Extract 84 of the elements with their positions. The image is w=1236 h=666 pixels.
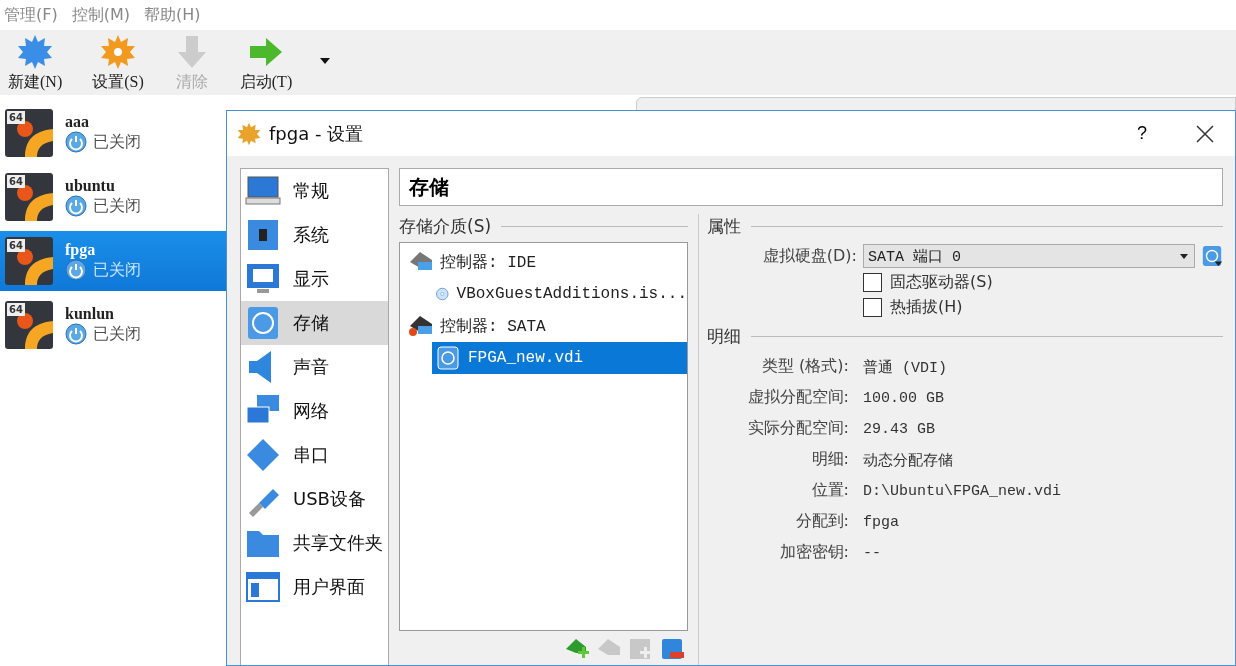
- detail-label: 位置:: [810, 480, 849, 501]
- gear-icon: [237, 121, 261, 146]
- vm-os-icon: [5, 109, 53, 157]
- nav-item[interactable]: 串口: [241, 433, 388, 477]
- section-heading: 属性: [707, 214, 741, 238]
- menu-item[interactable]: 控制(M): [71, 4, 130, 26]
- section-heading: 存储介质(S): [399, 214, 492, 238]
- power-icon: [65, 259, 87, 281]
- vm-os-icon: [5, 173, 53, 221]
- checkbox[interactable]: [863, 273, 882, 292]
- power-icon: [65, 323, 87, 345]
- detail-label: 实际分配空间:: [746, 418, 849, 439]
- page-title: 存储: [399, 168, 1223, 206]
- nav-item[interactable]: 用户界面: [241, 565, 388, 609]
- dialog-title: fpga - 设置: [269, 121, 365, 146]
- vm-name: ubuntu: [65, 177, 116, 195]
- remove-attachment-icon: [660, 637, 686, 661]
- tree-item[interactable]: 控制器: IDE: [404, 246, 687, 278]
- nav-item[interactable]: 显示: [241, 257, 388, 301]
- vm-name: aaa: [65, 113, 90, 131]
- checkbox-label: 热插拔(H): [890, 297, 963, 318]
- vm-state: 已关闭: [93, 195, 141, 217]
- detail-label: 明细:: [810, 449, 849, 470]
- detail-value: D:\Ubuntu\FPGA_new.vdi: [863, 482, 1062, 500]
- vm-name: fpga: [65, 241, 97, 259]
- nav-item[interactable]: 共享文件夹: [241, 521, 388, 565]
- detail-label: 分配到:: [794, 511, 849, 532]
- nav-item[interactable]: USB设备: [241, 477, 388, 521]
- close-icon: [1196, 124, 1214, 143]
- add-controller-icon: [564, 637, 590, 661]
- vm-badge: 64: [7, 303, 25, 316]
- tree-item[interactable]: 控制器: SATA: [404, 310, 687, 342]
- vm-state: 已关闭: [93, 259, 141, 281]
- vm-list-item[interactable]: 64 aaa 已关闭: [0, 103, 226, 163]
- detail-value: --: [863, 544, 881, 562]
- detail-label: 类型 (格式):: [761, 356, 849, 377]
- controller-icon: [408, 314, 432, 338]
- detail-value: 动态分配存储: [863, 451, 953, 470]
- toolbar-button[interactable]: 设置(S): [90, 34, 158, 93]
- storage-tool-button[interactable]: [660, 637, 686, 661]
- menu-item[interactable]: 帮助(H): [144, 4, 201, 26]
- dropdown-caret-icon[interactable]: [320, 58, 331, 64]
- checkbox-label: 固态驱动器(S): [890, 272, 993, 293]
- detail-value: fpga: [863, 513, 899, 531]
- menu-item[interactable]: 管理(F): [4, 4, 58, 26]
- vm-os-icon: [5, 301, 53, 349]
- vm-list-item[interactable]: 64 ubuntu 已关闭: [0, 167, 226, 227]
- vm-badge: 64: [7, 175, 25, 188]
- vm-name: kunlun: [65, 305, 115, 323]
- nav-item[interactable]: 存储: [241, 301, 388, 345]
- power-icon: [65, 195, 87, 217]
- nav-item[interactable]: 常规: [241, 169, 388, 213]
- detail-label: 虚拟分配空间:: [746, 387, 849, 408]
- help-button[interactable]: ?: [1117, 122, 1167, 145]
- field-label: 虚拟硬盘(D):: [761, 245, 857, 267]
- vm-state: 已关闭: [93, 323, 141, 345]
- toolbar-button[interactable]: 新建(N): [6, 34, 77, 93]
- chip-icon: [245, 217, 281, 253]
- checkbox[interactable]: [863, 298, 882, 317]
- detail-label: 加密密钥:: [778, 542, 849, 563]
- tree-item[interactable]: FPGA_new.vdi: [432, 342, 687, 374]
- disk-menu-icon[interactable]: [1201, 244, 1223, 268]
- vm-state: 已关闭: [93, 131, 141, 153]
- storage-tool-button[interactable]: [564, 637, 590, 661]
- vm-list-item[interactable]: 64 kunlun 已关闭: [0, 295, 226, 355]
- nav-item[interactable]: 声音: [241, 345, 388, 389]
- vm-badge: 64: [7, 111, 25, 124]
- starburst-icon: [17, 34, 54, 70]
- detail-value: 29.43 GB: [863, 420, 935, 438]
- gear-icon: [100, 34, 136, 70]
- nav-item[interactable]: 网络: [241, 389, 388, 433]
- nav-item[interactable]: 系统: [241, 213, 388, 257]
- vm-badge: 64: [7, 239, 25, 252]
- window-icon: [245, 569, 281, 605]
- tree-item[interactable]: VBoxGuestAdditions.is...: [432, 278, 687, 310]
- section-heading: 明细: [707, 324, 741, 348]
- detail-value: 普通 (VDI): [863, 358, 947, 377]
- toolbar-button[interactable]: 启动(T): [237, 34, 307, 93]
- power-icon: [65, 131, 87, 153]
- detail-value: 100.00 GB: [863, 389, 944, 407]
- vm-os-icon: [5, 237, 53, 285]
- disk-dropdown[interactable]: SATA 端口 0: [863, 244, 1195, 268]
- caret-icon: [1180, 253, 1188, 259]
- vm-list-item[interactable]: 64 fpga 已关闭: [0, 231, 226, 291]
